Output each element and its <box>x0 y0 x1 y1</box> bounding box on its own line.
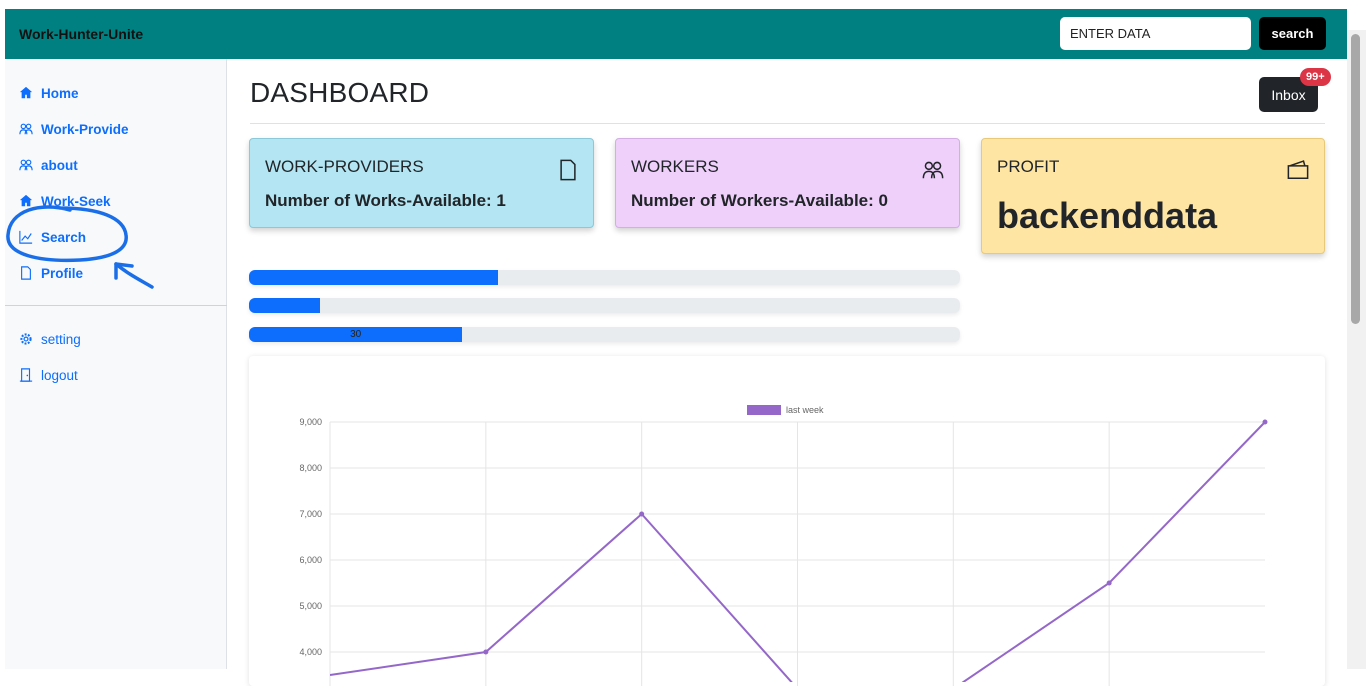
sidebar-item-label: Search <box>41 229 87 245</box>
sidebar-item-about[interactable]: about <box>19 154 78 176</box>
wallet-icon <box>1287 160 1309 180</box>
search-input[interactable] <box>1060 17 1251 50</box>
y-tick-label: 4,000 <box>299 647 322 657</box>
sidebar-item-label: Profile <box>41 265 84 281</box>
y-tick-label: 7,000 <box>299 509 322 519</box>
scrollbar-thumb[interactable] <box>1351 34 1360 324</box>
people-icon <box>19 159 33 171</box>
progress-bar: 30 <box>249 327 960 342</box>
sidebar-item-label: Work-Seek <box>41 193 111 209</box>
data-point <box>483 649 489 655</box>
sidebar-item-label: logout <box>41 367 78 383</box>
legend-label: last week <box>786 405 824 415</box>
graph-up-icon <box>19 230 33 244</box>
card-title: WORKERS <box>631 157 719 176</box>
progress-bar <box>249 298 960 313</box>
brand-title[interactable]: Work-Hunter-Unite <box>19 26 143 42</box>
title-divider <box>250 123 1325 124</box>
card-workers: WORKERS Number of Workers-Available: 0 <box>615 138 960 228</box>
card-value: backenddata <box>997 195 1218 236</box>
sidebar-item-label: setting <box>41 331 81 347</box>
chart-card: 9,000 8,000 7,000 6,000 5,000 4,000 last week <box>249 356 1325 686</box>
legend-swatch <box>747 405 781 415</box>
inbox-badge: 99+ <box>1300 68 1331 86</box>
sidebar-item-logout[interactable]: logout <box>19 364 78 386</box>
search-button[interactable]: search <box>1259 17 1326 50</box>
y-tick-label: 9,000 <box>299 417 322 427</box>
sidebar: Home Work-Provide about Work-Seek Search… <box>5 59 227 669</box>
browser-top-strip <box>0 0 1366 9</box>
data-point <box>639 511 645 517</box>
top-navbar: Work-Hunter-Unite search <box>5 9 1347 59</box>
progress-bar <box>249 270 960 285</box>
progress-fill <box>249 270 498 285</box>
main-content: DASHBOARD Inbox 99+ WORK-PROVIDERS Numbe… <box>228 59 1347 686</box>
door-icon <box>19 368 33 382</box>
card-value: Number of Works-Available: 1 <box>265 191 506 210</box>
sidebar-item-profile[interactable]: Profile <box>19 262 83 284</box>
sidebar-item-setting[interactable]: setting <box>19 328 81 350</box>
progress-fill <box>249 298 321 313</box>
sidebar-item-work-seek[interactable]: Work-Seek <box>19 190 111 212</box>
people-icon <box>19 123 33 135</box>
gear-icon <box>20 333 32 345</box>
file-icon <box>560 159 576 181</box>
sidebar-item-home[interactable]: Home <box>19 82 79 104</box>
data-point <box>1262 419 1268 425</box>
file-icon <box>21 266 31 280</box>
sidebar-divider <box>5 305 227 306</box>
sidebar-item-label: Home <box>41 85 79 101</box>
page-title: DASHBOARD <box>250 77 430 108</box>
line-chart: 9,000 8,000 7,000 6,000 5,000 4,000 last week <box>299 405 1268 686</box>
card-title: WORK-PROVIDERS <box>265 157 424 176</box>
sidebar-item-work-provide[interactable]: Work-Provide <box>19 118 129 140</box>
house-icon <box>19 194 33 207</box>
sidebar-item-label: about <box>41 157 78 173</box>
scrollbar[interactable] <box>1347 30 1366 669</box>
card-value: Number of Workers-Available: 0 <box>631 191 888 210</box>
house-icon <box>19 86 33 99</box>
people-icon <box>922 161 944 179</box>
card-work-providers: WORK-PROVIDERS Number of Works-Available… <box>249 138 594 228</box>
y-tick-label: 8,000 <box>299 463 322 473</box>
card-profit: PROFIT backenddata <box>981 138 1325 254</box>
sidebar-item-label: Work-Provide <box>41 121 129 137</box>
sidebar-item-search[interactable]: Search <box>19 226 86 248</box>
card-title: PROFIT <box>997 157 1060 176</box>
y-tick-label: 6,000 <box>299 555 322 565</box>
y-tick-label: 5,000 <box>299 601 322 611</box>
progress-fill: 30 <box>249 327 463 342</box>
data-point <box>1106 580 1112 586</box>
